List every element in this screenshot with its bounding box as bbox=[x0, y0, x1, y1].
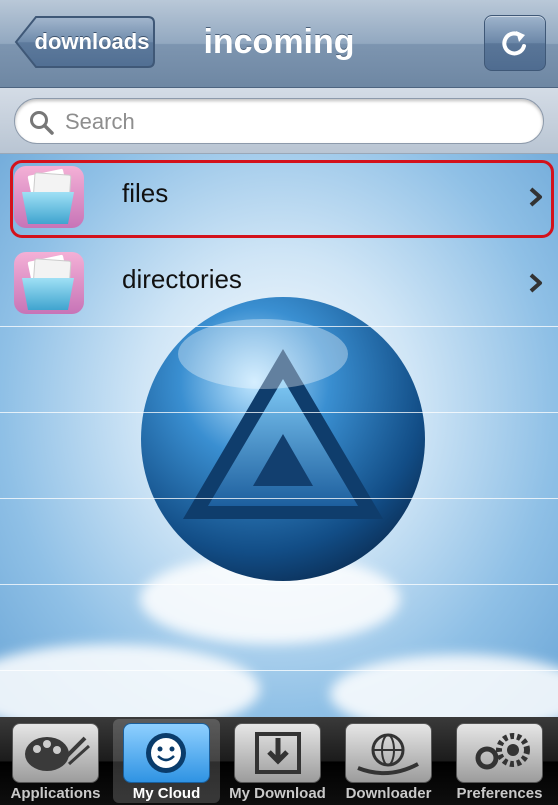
tab-tile bbox=[123, 723, 210, 783]
back-button[interactable]: downloads bbox=[14, 15, 156, 69]
row-separator bbox=[0, 326, 558, 327]
list-item-directories[interactable]: directories bbox=[0, 240, 558, 326]
cloud-face-icon bbox=[146, 733, 186, 773]
search-input[interactable] bbox=[63, 105, 527, 139]
tab-downloader[interactable]: Downloader bbox=[333, 717, 444, 805]
tab-tile bbox=[12, 723, 99, 783]
tab-bar: Applications My Cloud My Download Downlo… bbox=[0, 717, 558, 805]
selection-highlight bbox=[10, 160, 554, 238]
tab-label: My Cloud bbox=[132, 785, 201, 802]
tab-label: Applications bbox=[10, 785, 101, 802]
back-button-label: downloads bbox=[34, 29, 150, 54]
tab-label: My Download bbox=[229, 785, 326, 802]
tab-my-download[interactable]: My Download bbox=[222, 717, 333, 805]
list-item-label: directories bbox=[122, 264, 242, 294]
navigation-bar: downloads incoming bbox=[0, 0, 558, 88]
row-separator bbox=[0, 584, 558, 585]
tab-label: Preferences bbox=[456, 785, 543, 802]
search-bar bbox=[0, 88, 558, 154]
refresh-icon bbox=[502, 31, 526, 56]
app-logo bbox=[141, 297, 425, 581]
cloud-decoration bbox=[330, 654, 558, 717]
page-title: incoming bbox=[203, 23, 355, 61]
folder-files-icon bbox=[14, 252, 84, 314]
tab-preferences[interactable]: Preferences bbox=[444, 717, 555, 805]
tab-tile bbox=[456, 723, 543, 783]
download-tray-icon bbox=[255, 732, 301, 774]
row-separator bbox=[0, 412, 558, 413]
palette-icon bbox=[25, 736, 91, 771]
tab-applications[interactable]: Applications bbox=[0, 717, 111, 805]
refresh-button[interactable] bbox=[484, 15, 546, 71]
tab-tile bbox=[345, 723, 432, 783]
tab-label: Downloader bbox=[345, 785, 432, 802]
chevron-right-icon bbox=[529, 273, 542, 293]
row-separator bbox=[0, 498, 558, 499]
row-separator bbox=[0, 670, 558, 671]
cloud-decoration bbox=[0, 644, 260, 717]
search-field[interactable] bbox=[14, 98, 544, 144]
search-icon bbox=[30, 111, 54, 135]
tab-tile bbox=[234, 723, 321, 783]
tab-my-cloud[interactable]: My Cloud bbox=[111, 717, 222, 805]
globe-icon bbox=[357, 733, 419, 776]
gears-icon bbox=[475, 733, 530, 770]
